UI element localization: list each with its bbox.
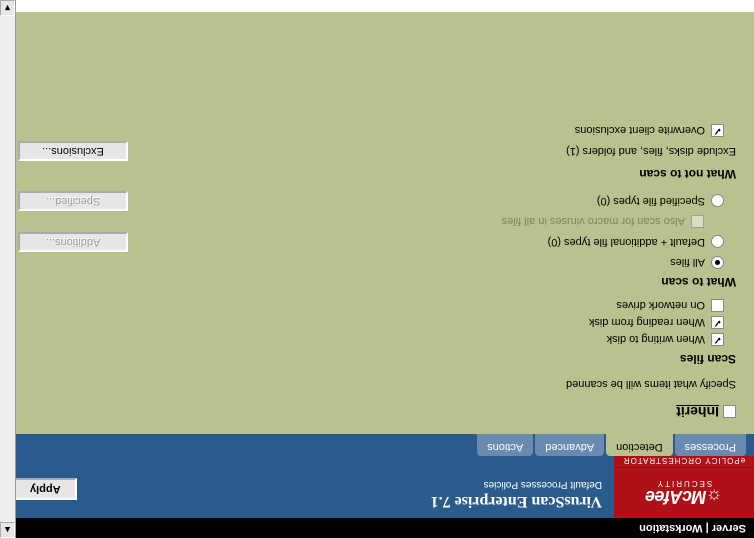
product-title: VirusScan Enterprise 7.1 (12, 492, 602, 510)
lbl-overwrite-exclusions: Overwrite client exclusions (575, 125, 705, 137)
lbl-specified-types: Specified file types (0) (597, 195, 705, 207)
lbl-exclude-items: Exclude disks, files, and folders (1) (566, 145, 736, 157)
scroll-track[interactable] (0, 16, 15, 522)
brand-subtext: SECURITY (656, 479, 712, 488)
inherit-checkbox[interactable] (723, 406, 736, 419)
header-title-area: VirusScan Enterprise 7.1 Default Process… (0, 456, 614, 518)
orchestrator-label: ePOLICY ORCHESTRATOR (614, 456, 754, 468)
scroll-down-button[interactable]: ▼ (0, 0, 15, 16)
radio-default-additional[interactable] (711, 236, 724, 249)
radio-specified-types[interactable] (711, 195, 724, 208)
tab-detection[interactable]: Detection (606, 434, 672, 456)
tab-bar: Processes Detection Advanced Actions (0, 434, 754, 456)
policy-subtitle: Default Processes Policies (12, 479, 602, 490)
panel-description: Specify what items will be scanned (18, 378, 736, 390)
scroll-up-button[interactable]: ▲ (0, 522, 15, 538)
chk-writing-disk[interactable] (711, 333, 724, 346)
section-scan-files: Scan files (18, 352, 736, 366)
lbl-reading-disk: When reading from disk (589, 317, 705, 329)
additions-button: Additions... (18, 232, 128, 252)
tab-advanced[interactable]: Advanced (535, 434, 604, 456)
specified-button: Specified... (18, 191, 128, 211)
chk-network-drives[interactable] (711, 299, 724, 312)
apply-button[interactable]: Apply (14, 478, 77, 500)
lbl-all-files: All files (670, 257, 705, 269)
inherit-label: Inherit (676, 404, 719, 420)
radio-all-files[interactable] (711, 256, 724, 269)
lbl-writing-disk: When writing to disk (607, 334, 705, 346)
chk-overwrite-exclusions[interactable] (711, 124, 724, 137)
window-titlebar: Server | Workstation (0, 518, 754, 538)
chk-reading-disk[interactable] (711, 316, 724, 329)
lbl-macro-scan: Also scan for macro viruses in all files (502, 216, 685, 228)
brand-logo: ☼McAfee (645, 486, 722, 507)
vertical-scrollbar[interactable]: ▲ ▼ (0, 0, 16, 538)
tab-actions[interactable]: Actions (477, 434, 533, 456)
content-panel: Inherit Specify what items will be scann… (0, 12, 754, 434)
chk-macro-scan (691, 215, 704, 228)
tab-processes[interactable]: Processes (675, 434, 746, 456)
lbl-default-additional: Default + additional file types (0) (548, 236, 705, 248)
brand-panel: ☼McAfee SECURITY (614, 468, 754, 518)
exclusions-button[interactable]: Exclusions... (18, 141, 128, 161)
section-what-to-scan: What to scan (18, 275, 736, 289)
section-what-not-scan: What not to scan (18, 167, 736, 181)
lbl-network-drives: On network drives (616, 300, 705, 312)
